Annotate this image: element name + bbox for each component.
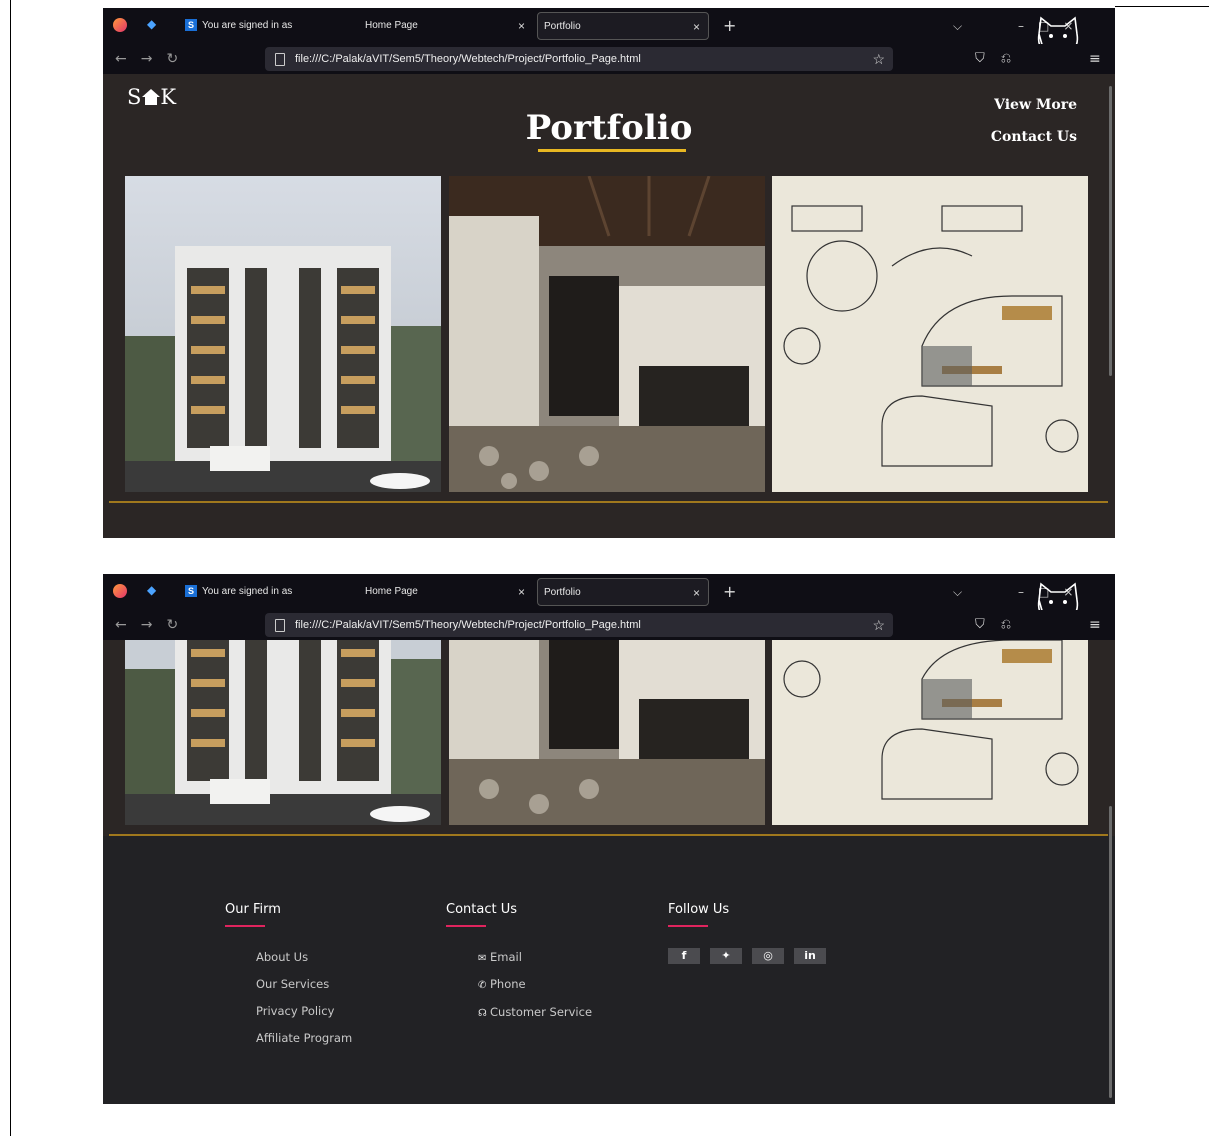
hamburger-menu-icon[interactable]: ≡ bbox=[1089, 44, 1101, 74]
list-tabs-icon[interactable]: ⌵ bbox=[953, 578, 962, 606]
title-underline bbox=[538, 149, 686, 152]
extension-gem-icon[interactable]: ◆ bbox=[147, 18, 159, 30]
gallery-image-kitchen[interactable] bbox=[449, 176, 765, 492]
page-icon bbox=[275, 53, 285, 66]
tab-portfolio[interactable]: Portfolio × bbox=[537, 12, 709, 40]
footer-column-our-firm: Our Firm bbox=[225, 902, 281, 927]
new-tab-icon[interactable]: + bbox=[723, 12, 736, 40]
heading-underline bbox=[446, 925, 486, 927]
navigation-buttons[interactable]: ←→↻ bbox=[115, 617, 192, 633]
site-footer: Our Firm About Us Our Services Privacy P… bbox=[103, 836, 1115, 1104]
tab-bar: ◆ SYou are signed in as 21BCE7748× Home … bbox=[103, 8, 1115, 61]
tab-signed-in[interactable]: SYou are signed in as 21BCE7748× bbox=[185, 578, 353, 627]
phone-icon: ✆ bbox=[478, 980, 487, 991]
screenshot-border-left bbox=[10, 0, 11, 1136]
tab-home-page[interactable]: Home Page × bbox=[358, 578, 533, 606]
gold-divider bbox=[109, 501, 1108, 503]
toolbar-extension-icons[interactable]: ⛉⎌ bbox=[975, 610, 1027, 640]
site-logo[interactable]: SK bbox=[127, 85, 177, 109]
tab-portfolio[interactable]: Portfolio × bbox=[537, 578, 709, 606]
contact-us-link[interactable]: Contact Us bbox=[991, 129, 1077, 145]
footer-heading: Follow Us bbox=[668, 902, 730, 917]
url-toolbar: ←→↻ file:///C:/Palak/aVIT/Sem5/Theory/We… bbox=[103, 44, 1115, 74]
portfolio-gallery bbox=[125, 640, 1088, 825]
extension-gem-icon[interactable]: ◆ bbox=[147, 584, 159, 596]
tab-bar: ◆ SYou are signed in as 21BCE7748× Home … bbox=[103, 574, 1115, 627]
browser-screenshot-bottom: ◆ SYou are signed in as 21BCE7748× Home … bbox=[103, 574, 1115, 1104]
footer-link-our-services[interactable]: Our Services bbox=[256, 977, 329, 991]
gallery-image-building[interactable] bbox=[125, 176, 441, 492]
page-icon bbox=[275, 619, 285, 632]
close-icon[interactable]: × bbox=[518, 12, 525, 40]
url-toolbar: ←→↻ file:///C:/Palak/aVIT/Sem5/Theory/We… bbox=[103, 610, 1115, 640]
url-text: file:///C:/Palak/aVIT/Sem5/Theory/Webtec… bbox=[295, 619, 641, 631]
gallery-image-building[interactable] bbox=[125, 640, 441, 825]
facebook-icon[interactable]: f bbox=[668, 948, 700, 964]
s-site-icon: S bbox=[185, 19, 197, 32]
tab-signed-in[interactable]: SYou are signed in as 21BCE7748× bbox=[185, 12, 353, 61]
footer-column-follow-us: Follow Us bbox=[668, 902, 729, 927]
s-site-icon: S bbox=[185, 585, 197, 598]
new-tab-icon[interactable]: + bbox=[723, 578, 736, 606]
screenshot-border-top bbox=[1115, 6, 1209, 7]
navigation-buttons[interactable]: ←→↻ bbox=[115, 51, 192, 67]
gallery-image-kitchen[interactable] bbox=[449, 640, 765, 825]
heading-underline bbox=[225, 925, 265, 927]
gallery-image-sketch[interactable] bbox=[772, 176, 1088, 492]
address-bar[interactable]: file:///C:/Palak/aVIT/Sem5/Theory/Webtec… bbox=[265, 47, 893, 71]
footer-heading: Our Firm bbox=[225, 902, 281, 917]
close-icon[interactable]: × bbox=[518, 578, 525, 606]
footer-link-email[interactable]: ✉ Email bbox=[478, 950, 522, 964]
footer-link-privacy-policy[interactable]: Privacy Policy bbox=[256, 1004, 334, 1018]
envelope-icon: ✉ bbox=[478, 953, 487, 964]
footer-link-customer-service[interactable]: ☊ Customer Service bbox=[478, 1005, 592, 1019]
portfolio-gallery bbox=[125, 176, 1088, 492]
toolbar-extension-icons[interactable]: ⛉⎌ bbox=[975, 44, 1027, 74]
footer-link-affiliate-program[interactable]: Affiliate Program bbox=[256, 1031, 352, 1045]
firefox-icon bbox=[113, 18, 127, 32]
tab-home-page[interactable]: Home Page × bbox=[358, 12, 533, 40]
bookmark-star-icon[interactable]: ☆ bbox=[872, 613, 885, 637]
hamburger-menu-icon[interactable]: ≡ bbox=[1089, 610, 1101, 640]
instagram-icon[interactable]: ◎ bbox=[752, 948, 784, 964]
scrollbar-thumb[interactable] bbox=[1109, 806, 1112, 1098]
twitter-icon[interactable]: ✦ bbox=[710, 948, 742, 964]
url-text: file:///C:/Palak/aVIT/Sem5/Theory/Webtec… bbox=[295, 53, 641, 65]
page-title: Portfolio bbox=[525, 108, 693, 148]
headset-icon: ☊ bbox=[478, 1008, 487, 1019]
heading-underline bbox=[668, 925, 708, 927]
address-bar[interactable]: file:///C:/Palak/aVIT/Sem5/Theory/Webtec… bbox=[265, 613, 893, 637]
linkedin-icon[interactable]: in bbox=[794, 948, 826, 964]
list-tabs-icon[interactable]: ⌵ bbox=[953, 12, 962, 40]
footer-link-about-us[interactable]: About Us bbox=[256, 950, 308, 964]
close-icon[interactable]: × bbox=[693, 13, 700, 41]
close-icon[interactable]: × bbox=[693, 579, 700, 607]
bookmark-star-icon[interactable]: ☆ bbox=[872, 47, 885, 71]
house-icon bbox=[142, 89, 161, 105]
browser-screenshot-top: ◆ SYou are signed in as 21BCE7748× Home … bbox=[103, 8, 1115, 538]
footer-heading: Contact Us bbox=[446, 902, 517, 917]
firefox-icon bbox=[113, 584, 127, 598]
footer-link-phone[interactable]: ✆ Phone bbox=[478, 977, 526, 991]
gallery-image-sketch[interactable] bbox=[772, 640, 1088, 825]
view-more-link[interactable]: View More bbox=[994, 97, 1077, 113]
footer-column-contact-us: Contact Us bbox=[446, 902, 517, 927]
